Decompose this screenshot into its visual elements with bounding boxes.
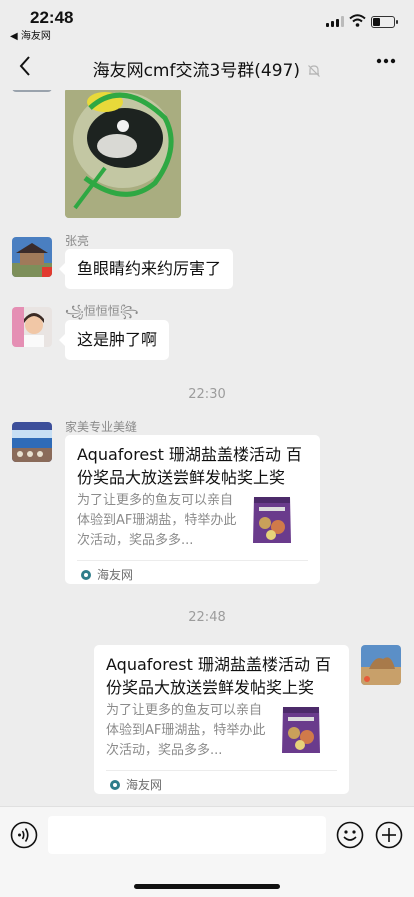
status-time: 22:48 (30, 8, 74, 27)
more-options-icon[interactable] (376, 58, 396, 64)
image-message[interactable] (65, 90, 181, 218)
avatar[interactable] (12, 237, 52, 277)
source-logo-icon (81, 570, 91, 580)
chat-header: 海友网cmf交流3号群(497) (0, 44, 414, 90)
voice-input-icon[interactable] (10, 821, 38, 849)
link-card[interactable]: Aquaforest 珊湖盐盖楼活动 百份奖品大放送尝鲜发帖奖上奖 为了让更多的… (94, 645, 349, 794)
fish-photo (65, 90, 181, 218)
avatar[interactable] (12, 90, 52, 92)
emoji-icon[interactable] (336, 821, 364, 849)
message-bubble[interactable]: 鱼眼睛约来约厉害了 (58, 249, 234, 289)
sender-name: 家美专业美缝 (65, 420, 138, 434)
card-divider (77, 560, 308, 561)
sender-name: 张亮 (65, 234, 90, 248)
timestamp: 22:30 (188, 387, 226, 402)
home-indicator[interactable] (134, 884, 280, 889)
source-logo-icon (110, 780, 120, 790)
card-title: Aquaforest 珊湖盐盖楼活动 百份奖品大放送尝鲜发帖奖上奖 (106, 655, 332, 697)
avatar-image (12, 422, 52, 462)
message-bubble[interactable]: 这是肿了啊 (58, 320, 170, 360)
wifi-icon (349, 14, 366, 27)
plus-icon[interactable] (375, 821, 403, 849)
message-input[interactable] (48, 816, 326, 854)
chat-title-row: 海友网cmf交流3号群(497) (0, 56, 414, 81)
avatar-image (12, 237, 52, 277)
card-title: Aquaforest 珊湖盐盖楼活动 百份奖品大放送尝鲜发帖奖上奖 (77, 445, 303, 487)
avatar-image (12, 307, 52, 347)
card-description: 为了让更多的鱼友可以亲自体验到AF珊湖盐，特举办此次活动，奖品多多... (77, 493, 237, 548)
status-bar: 22:48 ◀ 海友网 (0, 0, 414, 44)
battery-icon (371, 16, 398, 28)
avatar[interactable] (12, 422, 52, 462)
input-bar (0, 806, 414, 897)
chat-title: 海友网cmf交流3号群(497) (92, 61, 300, 81)
product-thumbnail (253, 497, 291, 543)
mute-bell-icon (308, 65, 321, 77)
my-avatar[interactable] (361, 645, 401, 685)
link-card[interactable]: Aquaforest 珊湖盐盖楼活动 百份奖品大放送尝鲜发帖奖上奖 为了让更多的… (65, 435, 320, 584)
cellular-signal-icon (326, 16, 344, 27)
timestamp: 22:48 (188, 610, 226, 625)
message-list[interactable]: 张亮 鱼眼睛约来约厉害了 ꧁恒恒恒꧂ 这是肿了啊 22:30 家美专业美缝 Aq… (0, 90, 414, 806)
card-source: 海友网 (81, 566, 133, 583)
back-to-app-link[interactable]: ◀ 海友网 (10, 27, 51, 42)
card-source: 海友网 (110, 776, 162, 793)
avatar-image (361, 645, 401, 685)
product-thumbnail (282, 707, 320, 753)
card-description: 为了让更多的鱼友可以亲自体验到AF珊湖盐，特举办此次活动，奖品多多... (106, 703, 266, 758)
card-divider (106, 770, 337, 771)
avatar[interactable] (12, 307, 52, 347)
